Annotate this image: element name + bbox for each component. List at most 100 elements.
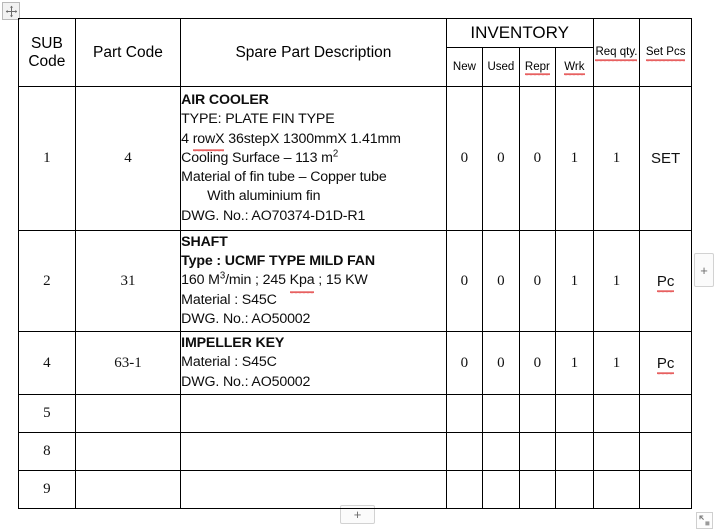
description-line: Cooling Surface – 113 m2: [181, 148, 339, 166]
cell-sub-code[interactable]: 5: [18, 394, 76, 433]
cell-inventory-repr[interactable]: 0: [518, 331, 557, 395]
cell-set-pcs[interactable]: [639, 394, 692, 433]
header-set-pcs: Set Pcs: [639, 18, 692, 87]
description-line: SHAFT: [181, 233, 228, 250]
table-row[interactable]: 1 4 AIR COOLER TYPE: PLATE FIN TYPE 4 rowX 3…: [18, 86, 692, 231]
table-row[interactable]: 9: [18, 470, 692, 509]
cell-inventory-used[interactable]: [482, 394, 520, 433]
cell-inventory-used[interactable]: 0: [482, 230, 520, 332]
cell-req-qty[interactable]: [592, 394, 641, 433]
description-text: IMPELLER KEY Material : S45C DWG. No.: AO5…: [181, 334, 446, 392]
cell-req-qty[interactable]: 1: [592, 331, 641, 395]
cell-req-qty[interactable]: 1: [592, 230, 641, 332]
cell-req-qty[interactable]: 1: [592, 86, 641, 231]
header-req-qty: Req qty.: [592, 18, 641, 87]
header-part-code-label: Part Code: [93, 43, 163, 61]
resize-diagonal-icon: [699, 515, 710, 526]
description-line: TYPE: PLATE FIN TYPE: [181, 111, 335, 128]
cell-inventory-repr[interactable]: 0: [518, 86, 557, 231]
cell-inventory-repr[interactable]: [518, 470, 557, 509]
cell-inventory-used[interactable]: [482, 432, 520, 471]
cell-set-pcs[interactable]: Pc: [639, 230, 692, 332]
table-body: 1 4 AIR COOLER TYPE: PLATE FIN TYPE 4 rowX 3…: [18, 86, 692, 509]
cell-description[interactable]: SHAFT Type : UCMF TYPE MILD FAN 160 M3/min…: [180, 230, 447, 332]
cell-req-qty[interactable]: [592, 432, 641, 471]
header-inventory-wrk-label: Wrk: [564, 60, 585, 76]
table-row[interactable]: 8: [18, 432, 692, 471]
cell-req-qty[interactable]: [592, 470, 641, 509]
header-inventory-group: INVENTORY: [445, 18, 594, 48]
description-line: 4 rowX 36stepX 1300mmX 1.41mm: [181, 130, 446, 153]
table-resize-handle[interactable]: [696, 512, 713, 529]
cell-sub-code[interactable]: 1: [18, 86, 76, 231]
cell-description[interactable]: AIR COOLER TYPE: PLATE FIN TYPE 4 rowX 36s…: [180, 86, 447, 231]
header-inventory-used: Used: [482, 47, 520, 87]
header-set-pcs-label: Set Pcs: [645, 46, 686, 62]
description-line: Material : S45C: [181, 291, 277, 308]
cell-part-code[interactable]: 63-1: [74, 331, 182, 395]
header-inventory-used-label: Used: [487, 60, 515, 73]
header-part-code: Part Code: [74, 18, 182, 87]
cell-set-pcs[interactable]: [639, 470, 692, 509]
cell-inventory-repr[interactable]: 0: [518, 230, 557, 332]
cell-sub-code[interactable]: 4: [18, 331, 76, 395]
cell-set-pcs[interactable]: [639, 432, 692, 471]
superscript: 2: [332, 148, 339, 160]
cell-inventory-used[interactable]: 0: [482, 331, 520, 395]
header-inventory-new-label: New: [452, 60, 476, 73]
description-line: Material : S45C: [181, 354, 277, 371]
cell-part-code[interactable]: [74, 470, 182, 509]
header-sub-code: SUB Code: [18, 18, 76, 87]
header-description: Spare Part Description: [180, 18, 447, 87]
insert-column-button[interactable]: +: [694, 253, 714, 287]
cell-sub-code[interactable]: 2: [18, 230, 76, 332]
cell-inventory-wrk[interactable]: [555, 470, 594, 509]
description-line: AIR COOLER: [181, 92, 269, 109]
cell-description[interactable]: IMPELLER KEY Material : S45C DWG. No.: AO5…: [180, 331, 447, 395]
description-line: DWG. No.: AO50002: [181, 373, 311, 390]
cell-part-code[interactable]: 31: [74, 230, 182, 332]
cell-description[interactable]: [180, 394, 447, 433]
move-arrows-icon: [5, 5, 17, 17]
cell-inventory-new[interactable]: [445, 470, 484, 509]
header-inventory-label: INVENTORY: [470, 23, 569, 42]
cell-description[interactable]: [180, 470, 447, 509]
header-req-qty-label: Req qty.: [595, 46, 638, 62]
cell-inventory-repr[interactable]: [518, 394, 557, 433]
cell-inventory-used[interactable]: [482, 470, 520, 509]
cell-description[interactable]: [180, 432, 447, 471]
cell-inventory-used[interactable]: 0: [482, 86, 520, 231]
cell-part-code[interactable]: [74, 394, 182, 433]
cell-set-pcs[interactable]: Pc: [639, 331, 692, 395]
table-row[interactable]: 5: [18, 394, 692, 433]
table-header-row-1: SUB Code Part Code Spare Part Descriptio…: [18, 18, 692, 87]
cell-inventory-new[interactable]: 0: [445, 230, 484, 332]
cell-inventory-wrk[interactable]: 1: [555, 331, 594, 395]
cell-inventory-new[interactable]: 0: [445, 86, 484, 231]
cell-part-code[interactable]: [74, 432, 182, 471]
description-line: DWG. No.: AO70374-D1D-R1: [181, 207, 366, 224]
misspelled-word: rowX: [192, 130, 225, 153]
cell-inventory-new[interactable]: [445, 394, 484, 433]
insert-row-plus-icon: +: [353, 507, 362, 522]
description-line: IMPELLER KEY: [181, 335, 285, 352]
cell-sub-code[interactable]: 9: [18, 470, 76, 509]
cell-inventory-wrk[interactable]: [555, 394, 594, 433]
header-inventory-repr: Repr: [518, 47, 557, 87]
cell-sub-code[interactable]: 8: [18, 432, 76, 471]
cell-inventory-new[interactable]: 0: [445, 331, 484, 395]
cell-inventory-repr[interactable]: [518, 432, 557, 471]
cell-inventory-new[interactable]: [445, 432, 484, 471]
description-text: SHAFT Type : UCMF TYPE MILD FAN 160 M3/min…: [181, 233, 446, 329]
cell-part-code[interactable]: 4: [74, 86, 182, 231]
description-line: DWG. No.: AO50002: [181, 310, 311, 327]
cell-set-pcs[interactable]: SET: [639, 86, 692, 231]
cell-inventory-wrk[interactable]: 1: [555, 230, 594, 332]
description-line: Material of fin tube – Copper tube: [181, 169, 387, 186]
header-inventory-repr-label: Repr: [524, 60, 550, 76]
cell-inventory-wrk[interactable]: [555, 432, 594, 471]
table-row[interactable]: 2 31 SHAFT Type : UCMF TYPE MILD FAN 160 M3/…: [18, 230, 692, 332]
table-row[interactable]: 4 63-1 IMPELLER KEY Material : S45C DWG. No.…: [18, 331, 692, 395]
spare-parts-table[interactable]: SUB Code Part Code Spare Part Descriptio…: [18, 18, 692, 509]
cell-inventory-wrk[interactable]: 1: [555, 86, 594, 231]
